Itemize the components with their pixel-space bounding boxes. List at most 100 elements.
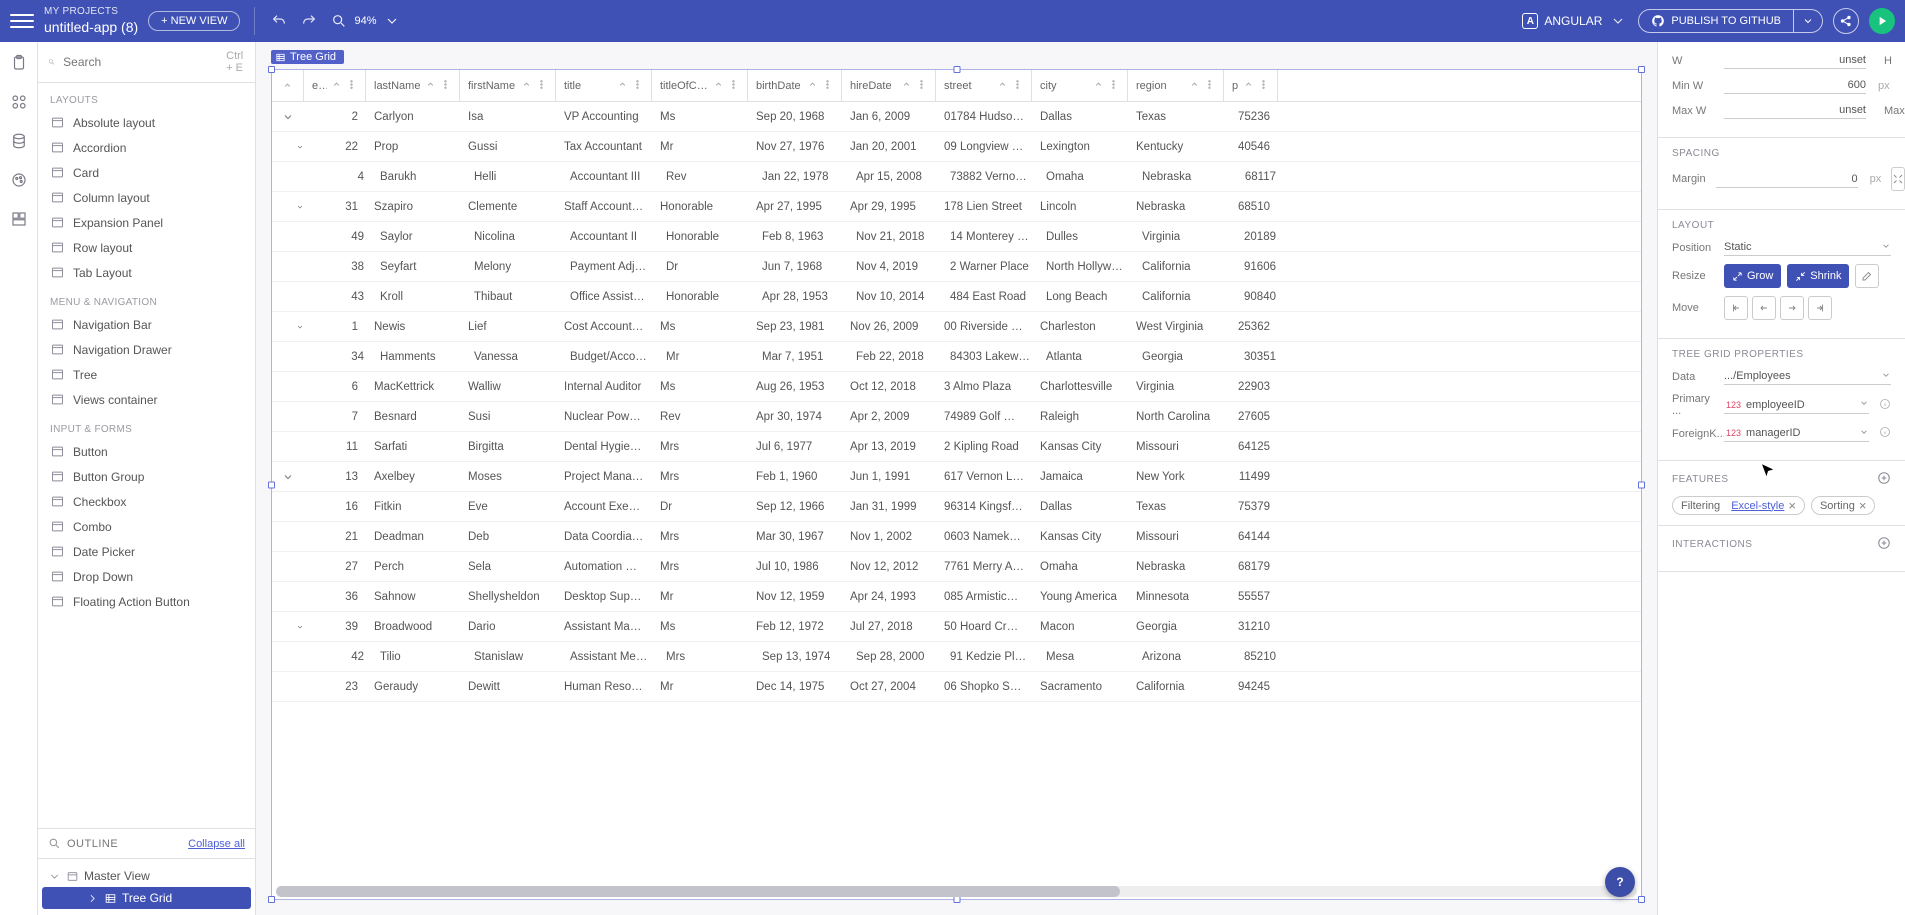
table-row[interactable]: 36SahnowShellysheldonDesktop Support...M… <box>272 582 1641 612</box>
remove-chip-icon[interactable]: × <box>1788 499 1796 512</box>
table-row[interactable]: 27PerchSelaAutomation Spec...MrsJul 10, … <box>272 552 1641 582</box>
feature-chip-sorting[interactable]: Sorting× <box>1811 496 1875 515</box>
column-menu-icon[interactable] <box>728 79 739 93</box>
toolbox-item-layout-6[interactable]: Tab Layout <box>38 260 255 285</box>
table-row[interactable]: 21DeadmanDebData CoordiatorMrsMar 30, 19… <box>272 522 1641 552</box>
zoom-control[interactable]: 94% <box>329 11 401 31</box>
table-row[interactable]: 4BarukhHelliAccountant IIIRevJan 22, 197… <box>272 162 1641 192</box>
grid-header-postalCo[interactable]: postalCo <box>1224 70 1278 101</box>
info-icon[interactable] <box>1879 426 1891 441</box>
grid-header-hireDate[interactable]: hireDate <box>842 70 936 101</box>
resize-edit-button[interactable] <box>1855 264 1879 288</box>
column-menu-icon[interactable] <box>1012 79 1023 93</box>
move-right-button[interactable] <box>1780 296 1804 320</box>
help-fab[interactable]: ? <box>1605 867 1635 897</box>
toolbox-item-layout-4[interactable]: Expansion Panel <box>38 210 255 235</box>
table-row[interactable]: 6MacKettrickWalliwInternal AuditorMsAug … <box>272 372 1641 402</box>
move-left-button[interactable] <box>1752 296 1776 320</box>
table-row[interactable]: 43KrollThibautOffice Assistant IIIHonora… <box>272 282 1641 312</box>
table-row[interactable]: 11SarfatiBirgittaDental HygienistMrsJul … <box>272 432 1641 462</box>
sort-icon[interactable] <box>807 79 818 93</box>
margin-input[interactable] <box>1716 171 1858 188</box>
column-menu-icon[interactable] <box>1258 79 1269 93</box>
data-source-select[interactable]: .../Employees <box>1724 368 1891 385</box>
move-end-button[interactable] <box>1808 296 1832 320</box>
column-menu-icon[interactable] <box>440 79 451 93</box>
expand-toggle[interactable] <box>272 111 304 123</box>
primary-key-select[interactable]: 123 employeeID <box>1724 397 1869 414</box>
add-interaction-button[interactable] <box>1877 536 1891 553</box>
grid-header-street[interactable]: street <box>936 70 1032 101</box>
redo-icon[interactable] <box>299 11 319 31</box>
publish-dropdown[interactable] <box>1794 9 1823 33</box>
sort-icon[interactable] <box>617 79 628 93</box>
column-menu-icon[interactable] <box>1108 79 1119 93</box>
table-row[interactable]: 49SaylorNicolinaAccountant IIHonorableFe… <box>272 222 1641 252</box>
grid-header-region[interactable]: region <box>1128 70 1224 101</box>
toolbox-item-nav-3[interactable]: Views container <box>38 387 255 412</box>
grid-header-firstName[interactable]: firstName <box>460 70 556 101</box>
sort-icon[interactable] <box>425 79 436 93</box>
toolbox-item-input-4[interactable]: Date Picker <box>38 539 255 564</box>
undo-icon[interactable] <box>269 11 289 31</box>
sort-icon[interactable] <box>713 79 724 93</box>
table-row[interactable]: 7BesnardSusiNuclear Power E...RevApr 30,… <box>272 402 1641 432</box>
toolbox-item-input-2[interactable]: Checkbox <box>38 489 255 514</box>
toolbox-item-input-0[interactable]: Button <box>38 439 255 464</box>
toolbox-item-input-6[interactable]: Floating Action Button <box>38 589 255 614</box>
table-row[interactable]: 2CarlyonIsaVP AccountingMsSep 20, 1968Ja… <box>272 102 1641 132</box>
grid-header-employeeID[interactable]: employeeID <box>304 70 366 101</box>
outline-master-view[interactable]: Master View <box>42 865 251 887</box>
outline-tree-grid[interactable]: Tree Grid <box>42 887 251 909</box>
expand-toggle[interactable] <box>272 471 304 483</box>
preview-button[interactable] <box>1869 8 1895 34</box>
column-menu-icon[interactable] <box>822 79 833 93</box>
grid-sort-column[interactable] <box>272 70 304 101</box>
rail-assets-icon[interactable] <box>10 210 28 231</box>
move-start-button[interactable] <box>1724 296 1748 320</box>
grow-button[interactable]: Grow <box>1724 264 1781 288</box>
sort-icon[interactable] <box>521 79 532 93</box>
w-input[interactable] <box>1724 52 1866 69</box>
sort-icon[interactable] <box>997 79 1008 93</box>
rail-theme-icon[interactable] <box>10 171 28 192</box>
publish-button[interactable]: PUBLISH TO GITHUB <box>1638 9 1794 33</box>
table-row[interactable]: 39BroadwoodDarioAssistant ManagerMsFeb 1… <box>272 612 1641 642</box>
sort-icon[interactable] <box>331 79 342 93</box>
collapse-all-link[interactable]: Collapse all <box>188 838 245 850</box>
info-icon[interactable] <box>1879 398 1891 413</box>
toolbox-item-input-3[interactable]: Combo <box>38 514 255 539</box>
maxw-input[interactable] <box>1724 102 1866 119</box>
project-name[interactable]: untitled-app (8) <box>44 19 138 37</box>
expand-toggle[interactable] <box>272 201 304 213</box>
sort-icon[interactable] <box>1189 79 1200 93</box>
margin-expand-button[interactable] <box>1891 167 1905 191</box>
expand-toggle[interactable] <box>272 321 304 333</box>
toolbox-item-layout-1[interactable]: Accordion <box>38 135 255 160</box>
expand-toggle[interactable] <box>272 621 304 633</box>
remove-chip-icon[interactable]: × <box>1859 499 1867 512</box>
table-row[interactable]: 42TilioStanislawAssistant Media ...MrsSe… <box>272 642 1641 672</box>
excel-style-link[interactable]: Excel-style <box>1731 500 1784 512</box>
foreign-key-select[interactable]: 123 managerID <box>1724 425 1869 442</box>
hamburger-button[interactable] <box>10 9 34 33</box>
toolbox-item-input-1[interactable]: Button Group <box>38 464 255 489</box>
toolbox-item-input-5[interactable]: Drop Down <box>38 564 255 589</box>
column-menu-icon[interactable] <box>916 79 927 93</box>
table-row[interactable]: 31SzapiroClementeStaff Accountant ...Hon… <box>272 192 1641 222</box>
selection-tag[interactable]: Tree Grid <box>271 50 344 64</box>
column-menu-icon[interactable] <box>632 79 643 93</box>
table-row[interactable]: 22PropGussiTax AccountantMrNov 27, 1976J… <box>272 132 1641 162</box>
shrink-button[interactable]: Shrink <box>1787 264 1849 288</box>
grid-header-lastName[interactable]: lastName <box>366 70 460 101</box>
add-feature-button[interactable] <box>1877 471 1891 488</box>
sort-icon[interactable] <box>1093 79 1104 93</box>
column-menu-icon[interactable] <box>536 79 547 93</box>
toolbox-item-layout-2[interactable]: Card <box>38 160 255 185</box>
table-row[interactable]: 23GeraudyDewittHuman Resource...MrDec 14… <box>272 672 1641 702</box>
expand-toggle[interactable] <box>272 141 304 153</box>
share-button[interactable] <box>1833 8 1859 34</box>
toolbox-item-nav-1[interactable]: Navigation Drawer <box>38 337 255 362</box>
grid-header-title[interactable]: title <box>556 70 652 101</box>
sort-icon[interactable] <box>901 79 912 93</box>
